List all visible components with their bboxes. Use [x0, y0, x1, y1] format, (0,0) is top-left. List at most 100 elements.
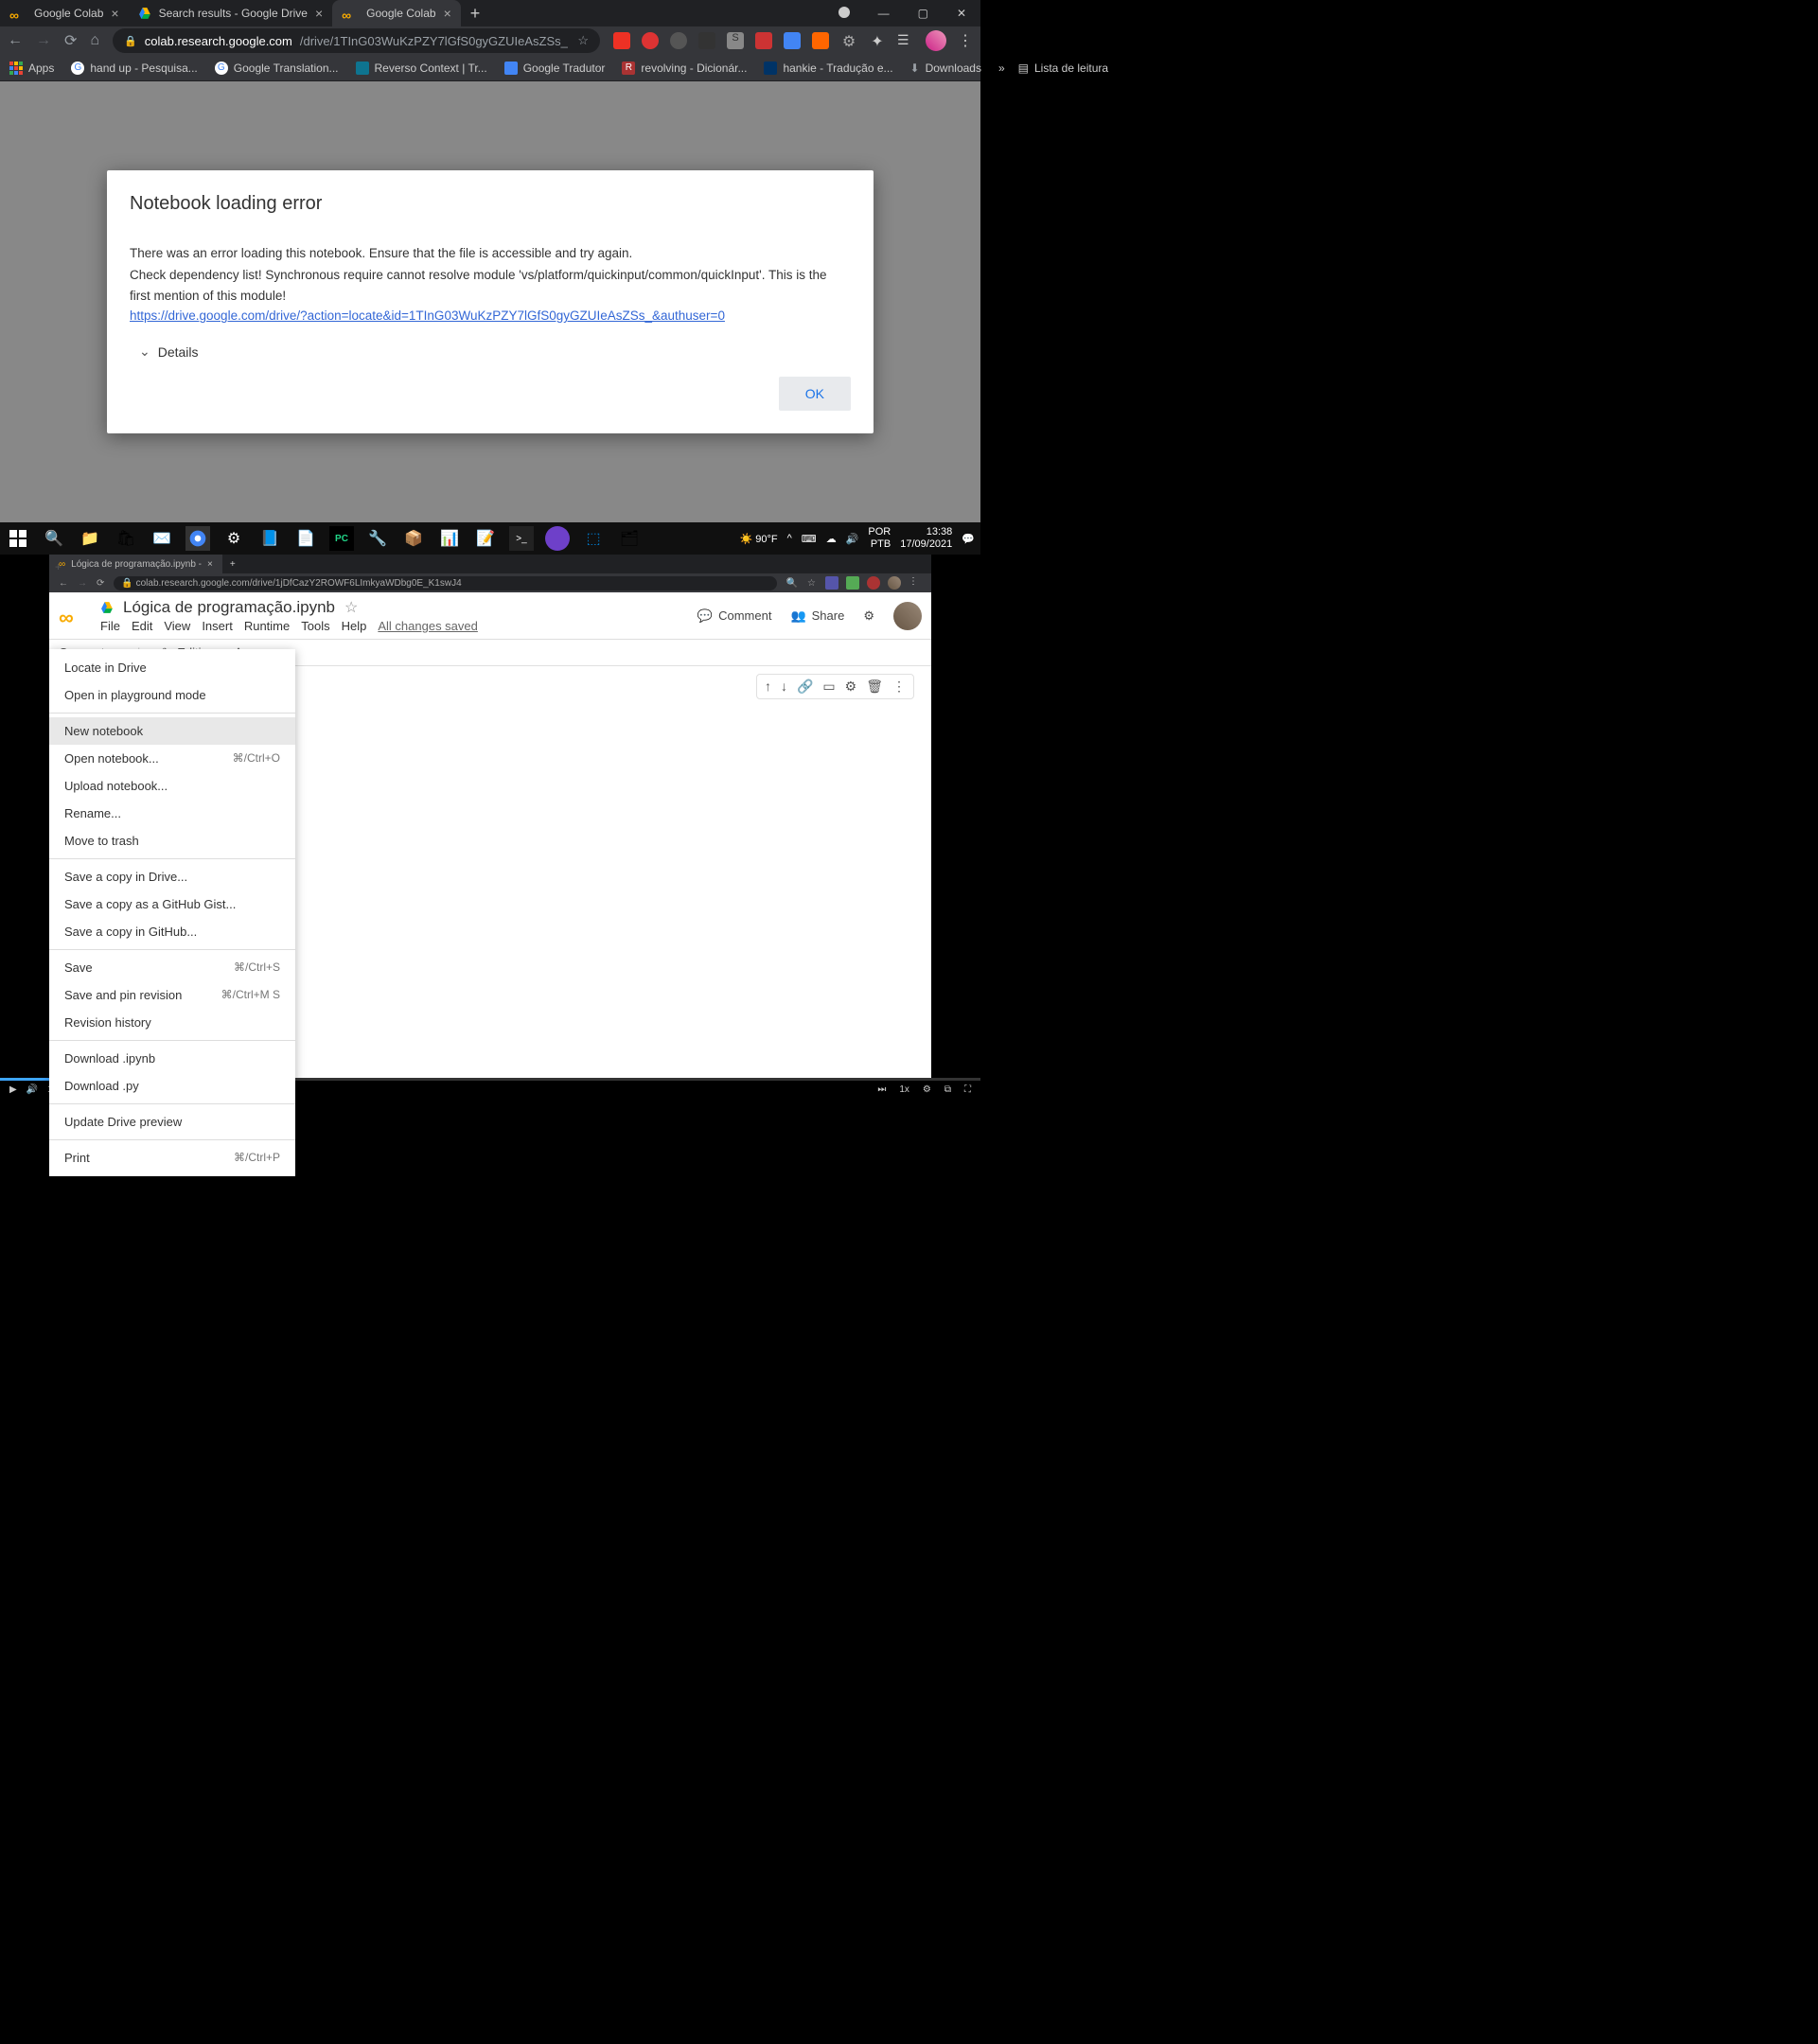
reading-list-button[interactable]: ▤Lista de leitura	[1018, 62, 1108, 75]
menu-view[interactable]: View	[164, 619, 190, 633]
inner-tab[interactable]: ∞ Lógica de programação.ipynb - ×	[49, 555, 222, 573]
app-icon[interactable]: 📝	[473, 526, 498, 551]
menu-download-ipynb[interactable]: Download .ipynb	[49, 1045, 295, 1072]
tray-icon[interactable]: ☁	[826, 533, 837, 545]
menu-new-notebook[interactable]: New notebook	[49, 717, 295, 745]
new-tab-button[interactable]: +	[461, 4, 490, 24]
close-button[interactable]: ✕	[957, 7, 966, 20]
dialog-link[interactable]: https://drive.google.com/drive/?action=l…	[130, 308, 725, 323]
star-icon[interactable]: ☆	[807, 578, 816, 589]
play-button[interactable]: ▶	[9, 1084, 17, 1095]
record-icon[interactable]	[838, 7, 850, 18]
search-icon[interactable]: 🔍	[42, 526, 66, 551]
ok-button[interactable]: OK	[779, 377, 851, 411]
menu-runtime[interactable]: Runtime	[244, 619, 290, 633]
bookmark-item[interactable]: GGoogle Translation...	[215, 62, 339, 75]
ext-icon[interactable]	[755, 32, 772, 49]
menu-update-preview[interactable]: Update Drive preview	[49, 1108, 295, 1136]
explorer-icon[interactable]: 📁	[78, 526, 102, 551]
menu-icon[interactable]: ⋮	[909, 576, 922, 590]
menu-save-drive[interactable]: Save a copy in Drive...	[49, 863, 295, 890]
menu-print[interactable]: Print⌘/Ctrl+P	[49, 1144, 295, 1172]
app-icon[interactable]: 🗂	[617, 526, 642, 551]
profile-avatar[interactable]	[926, 30, 946, 51]
menu-file[interactable]: File	[100, 619, 120, 633]
extensions-icon[interactable]: ✦	[869, 32, 886, 49]
share-button[interactable]: 👥 Share	[790, 608, 844, 624]
back-button[interactable]: ←	[59, 578, 68, 589]
start-button[interactable]	[6, 526, 30, 551]
menu-history[interactable]: Revision history	[49, 1009, 295, 1036]
fullscreen-icon[interactable]: ⛶	[964, 1084, 971, 1095]
reload-button[interactable]: ⟳	[64, 31, 77, 50]
reading-list-icon[interactable]: ☰	[897, 32, 914, 49]
settings-icon[interactable]: ⚙	[845, 678, 857, 695]
close-icon[interactable]: ×	[207, 559, 213, 570]
pycharm-icon[interactable]: PC	[329, 526, 354, 551]
close-icon[interactable]: ×	[315, 6, 323, 21]
tab-drive[interactable]: Search results - Google Drive ×	[129, 0, 333, 26]
menu-save-pin[interactable]: Save and pin revision⌘/Ctrl+M S	[49, 981, 295, 1009]
volume-icon[interactable]: 🔊	[846, 533, 859, 545]
bookmark-overflow[interactable]: »	[998, 62, 1005, 75]
link-icon[interactable]: 🔗	[797, 678, 813, 695]
menu-open-notebook[interactable]: Open notebook...⌘/Ctrl+O	[49, 745, 295, 772]
notifications-icon[interactable]: 💬	[962, 533, 975, 545]
app-icon[interactable]: 📦	[401, 526, 426, 551]
menu-upload[interactable]: Upload notebook...	[49, 772, 295, 800]
ext-icon[interactable]	[825, 576, 838, 590]
bookmark-item[interactable]: hankie - Tradução e...	[764, 62, 892, 75]
ext-icon[interactable]	[867, 576, 880, 590]
menu-rename[interactable]: Rename...	[49, 800, 295, 827]
menu-save-github[interactable]: Save a copy in GitHub...	[49, 918, 295, 945]
minimize-button[interactable]: —	[878, 7, 890, 20]
store-icon[interactable]: 🛍	[114, 526, 138, 551]
terminal-icon[interactable]: >_	[509, 526, 534, 551]
bookmark-item[interactable]: Rrevolving - Dicionár...	[622, 62, 747, 75]
ext-icon[interactable]	[613, 32, 630, 49]
app-icon[interactable]: 📊	[437, 526, 462, 551]
menu-help[interactable]: Help	[342, 619, 367, 633]
star-icon[interactable]: ☆	[344, 598, 358, 617]
language-indicator[interactable]: POR PTB	[868, 526, 891, 551]
ext-icon[interactable]	[784, 32, 801, 49]
url-field[interactable]: 🔒 colab.research.google.com/drive/1jDfCa…	[114, 576, 776, 590]
forward-button[interactable]: →	[36, 32, 51, 49]
app-icon[interactable]: 🔧	[365, 526, 390, 551]
reload-button[interactable]: ⟳	[97, 578, 104, 589]
comment-icon[interactable]: ▭	[822, 678, 835, 695]
notepad-icon[interactable]: 📘	[257, 526, 282, 551]
speed-label[interactable]: 1x	[899, 1084, 909, 1095]
move-up-icon[interactable]: ↑	[765, 678, 771, 695]
tab-colab-2-active[interactable]: Google Colab ×	[332, 0, 461, 26]
mail-icon[interactable]: ✉️	[150, 526, 174, 551]
menu-tools[interactable]: Tools	[301, 619, 329, 633]
menu-edit[interactable]: Edit	[132, 619, 152, 633]
zoom-icon[interactable]: 🔍	[786, 578, 798, 589]
add-code-button[interactable]: +	[55, 560, 62, 573]
clock[interactable]: 13:38 17/09/2021	[900, 526, 952, 551]
menu-insert[interactable]: Insert	[202, 619, 233, 633]
new-tab-button[interactable]: +	[222, 559, 243, 570]
github-icon[interactable]	[545, 526, 570, 551]
settings-icon[interactable]: ⚙	[863, 608, 874, 624]
app-icon[interactable]: 📄	[293, 526, 318, 551]
profile-avatar[interactable]	[893, 602, 922, 630]
bookmark-star-icon[interactable]: ☆	[577, 33, 589, 48]
notebook-title[interactable]: Lógica de programação.ipynb	[123, 598, 335, 617]
menu-icon[interactable]: ⋮	[958, 31, 973, 50]
colab-logo[interactable]: ∞	[59, 606, 89, 626]
menu-playground[interactable]: Open in playground mode	[49, 681, 295, 709]
ext-icon[interactable]	[846, 576, 859, 590]
bookmark-item[interactable]: Ghand up - Pesquisa...	[71, 62, 197, 75]
next-icon[interactable]: ⏭	[877, 1084, 886, 1095]
tab-colab-1[interactable]: Google Colab ×	[0, 0, 129, 26]
close-icon[interactable]: ×	[111, 6, 118, 21]
tray-icon[interactable]: ⌨	[802, 533, 817, 545]
menu-locate[interactable]: Locate in Drive	[49, 654, 295, 681]
save-status[interactable]: All changes saved	[378, 619, 478, 633]
more-icon[interactable]: ⋮	[892, 678, 906, 695]
ext-icon[interactable]	[642, 32, 659, 49]
close-icon[interactable]: ×	[444, 6, 451, 21]
home-button[interactable]: ⌂	[90, 32, 99, 49]
